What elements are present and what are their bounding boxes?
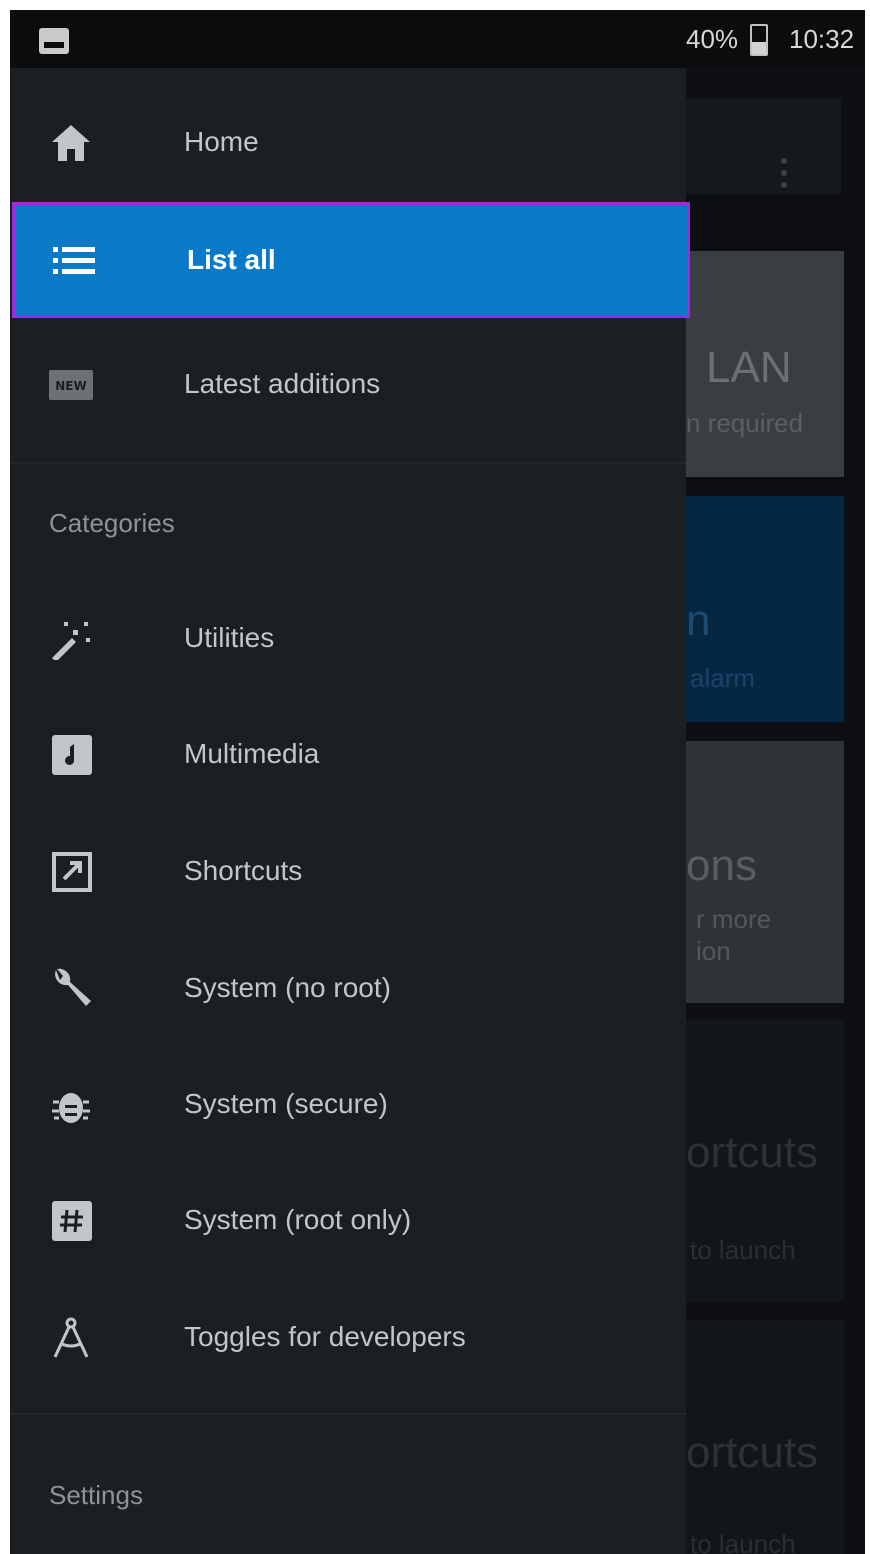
categories-header: Categories xyxy=(49,508,175,538)
nav-item-label: Toggles for developers xyxy=(184,1321,466,1352)
wrench-icon xyxy=(48,968,94,1010)
nav-item-label: System (secure) xyxy=(184,1088,388,1119)
external-link-icon xyxy=(48,851,94,893)
nav-item-label: Home xyxy=(184,126,259,157)
nav-item-list-all[interactable]: List all xyxy=(12,202,690,318)
divider xyxy=(10,462,686,464)
app-screen: 40% 10:32 LAN n required n alarm ons r m… xyxy=(10,10,865,1554)
nav-item-system-secure[interactable]: System (secure) xyxy=(10,1046,686,1162)
card-subtitle: r more ion xyxy=(696,904,772,966)
card-subtitle: to launch xyxy=(690,1529,796,1554)
nav-item-label: System (no root) xyxy=(184,972,391,1003)
compass-icon xyxy=(48,1317,94,1359)
new-badge-icon: NEW xyxy=(48,364,94,406)
nav-item-toggles-for-developers[interactable]: Toggles for developers xyxy=(10,1279,686,1395)
nav-item-home[interactable]: Home xyxy=(10,84,686,200)
background-card: ons r more ion xyxy=(686,741,844,1003)
card-title: ons xyxy=(686,841,757,890)
card-title: n xyxy=(686,596,711,645)
card-subtitle: n required xyxy=(686,408,804,438)
background-app-bar xyxy=(686,98,841,194)
image-notification-icon xyxy=(39,28,69,54)
divider xyxy=(10,1413,686,1415)
nav-item-latest-additions[interactable]: NEW Latest additions xyxy=(10,326,686,442)
overflow-menu-icon xyxy=(781,158,789,194)
nav-item-system-root-only[interactable]: System (root only) xyxy=(10,1162,686,1278)
card-subtitle: to launch xyxy=(690,1235,796,1265)
battery-percent: 40% xyxy=(686,24,739,54)
card-title: LAN xyxy=(706,343,792,392)
magic-wand-icon xyxy=(48,618,94,660)
clock: 10:32 xyxy=(789,24,855,54)
background-content: LAN n required n alarm ons r more ion or… xyxy=(686,68,865,1554)
navigation-drawer: Home List all NEW Latest additions Categ… xyxy=(10,68,690,1554)
background-card: n alarm xyxy=(686,496,844,722)
nav-item-label: Latest additions xyxy=(184,368,381,399)
nav-item-label: List all xyxy=(187,244,276,275)
nav-item-shortcuts[interactable]: Shortcuts xyxy=(10,813,686,929)
nav-item-label: Multimedia xyxy=(184,738,320,769)
music-note-icon xyxy=(48,734,94,776)
card-subtitle: alarm xyxy=(690,663,756,693)
nav-item-system-no-root[interactable]: System (no root) xyxy=(10,930,686,1046)
nav-item-label: System (root only) xyxy=(184,1204,412,1235)
status-bar: 40% 10:32 xyxy=(10,10,865,68)
nav-item-multimedia[interactable]: Multimedia xyxy=(10,696,686,812)
home-icon xyxy=(48,122,94,164)
nav-item-label: Utilities xyxy=(184,622,275,653)
card-title: ortcuts xyxy=(686,1128,819,1177)
settings-header[interactable]: Settings xyxy=(49,1480,143,1511)
nav-item-label: Shortcuts xyxy=(184,855,303,886)
background-card: LAN n required xyxy=(686,251,844,477)
battery-icon xyxy=(750,24,768,56)
card-title: ortcuts xyxy=(686,1428,819,1477)
background-card: ortcuts to launch xyxy=(686,1020,844,1302)
list-icon xyxy=(51,240,97,282)
nav-item-utilities[interactable]: Utilities xyxy=(10,580,686,696)
hash-icon xyxy=(48,1200,94,1242)
bug-icon xyxy=(48,1084,94,1126)
svg-text:NEW: NEW xyxy=(55,379,86,393)
background-card: ortcuts to launch xyxy=(686,1320,844,1554)
